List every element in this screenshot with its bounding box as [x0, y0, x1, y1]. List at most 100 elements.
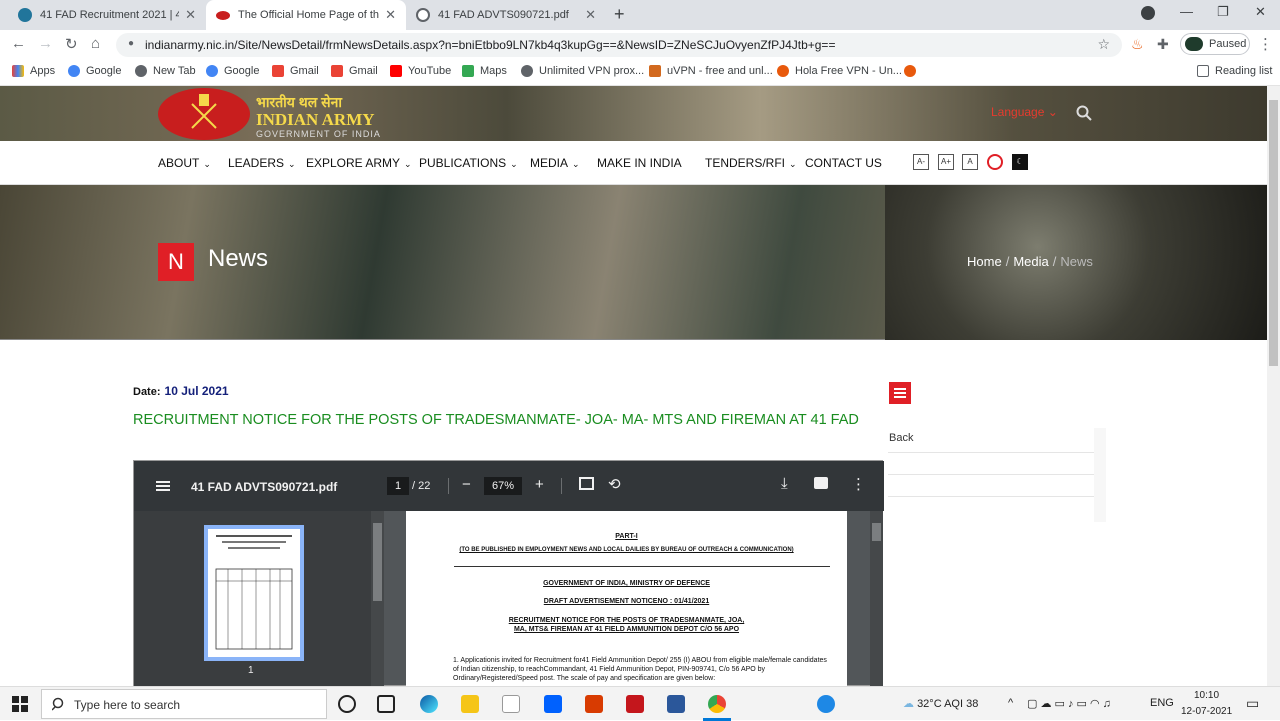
chevron-down-icon: ⌄: [572, 159, 580, 169]
window-close-icon[interactable]: ✕: [1255, 4, 1266, 20]
word-icon[interactable]: [667, 695, 685, 713]
bookmark-google-2[interactable]: Google: [206, 65, 259, 77]
font-decrease-button[interactable]: A-: [913, 154, 929, 170]
pdf-scroll-thumb[interactable]: [872, 523, 881, 541]
bookmark-gmail[interactable]: Gmail: [272, 65, 319, 77]
input-language[interactable]: ENG: [1150, 697, 1174, 709]
bookmark-hola[interactable]: Hola Free VPN - Un...: [777, 65, 902, 77]
page-scroll-thumb[interactable]: [1269, 100, 1278, 366]
page-number-input[interactable]: 1: [387, 477, 409, 495]
nav-explore-army[interactable]: EXPLORE ARMY ⌄: [306, 156, 412, 170]
task-view-icon[interactable]: [377, 695, 395, 713]
avatar: [1185, 37, 1203, 51]
notifications-icon[interactable]: ▭: [1246, 695, 1259, 712]
acrobat-icon[interactable]: [626, 695, 644, 713]
amazon-icon[interactable]: [502, 695, 520, 713]
zoom-out-icon[interactable]: −: [462, 476, 471, 493]
clock-time[interactable]: 10:10: [1194, 690, 1219, 701]
pdf-paragraph: 1. Applicationis invited for Recruitment…: [453, 657, 827, 682]
nav-publications[interactable]: PUBLICATIONS ⌄: [419, 156, 518, 170]
zoom-in-icon[interactable]: +: [535, 476, 544, 493]
nav-make-in-india[interactable]: MAKE IN INDIA: [597, 156, 682, 170]
rotate-icon[interactable]: ⟲: [608, 475, 621, 493]
browser-toolbar: ← → ↻ ⌂ ● indianarmy.nic.in/Site/NewsDet…: [0, 30, 1280, 60]
edge-icon[interactable]: [420, 695, 438, 713]
close-icon[interactable]: ✕: [185, 7, 196, 23]
minimize-icon[interactable]: —: [1180, 4, 1193, 19]
search-icon[interactable]: [1076, 105, 1092, 121]
font-reset-button[interactable]: A: [962, 154, 978, 170]
side-menu-button[interactable]: [889, 382, 911, 404]
tab-recruitment[interactable]: 41 FAD Recruitment 2021 | 458 M ✕: [8, 0, 206, 30]
breadcrumb-home[interactable]: Home: [967, 254, 1002, 269]
back-link[interactable]: Back: [889, 432, 913, 444]
light-mode-sun-icon[interactable]: [987, 154, 1003, 170]
page-thumbnail[interactable]: [204, 525, 304, 661]
maximize-icon[interactable]: ❐: [1217, 4, 1229, 20]
close-icon[interactable]: ✕: [585, 7, 596, 23]
cortana-icon[interactable]: [338, 695, 356, 713]
tab-indian-army[interactable]: The Official Home Page of the In ✕: [206, 0, 406, 30]
new-tab-button[interactable]: +: [614, 4, 625, 25]
address-bar[interactable]: ● indianarmy.nic.in/Site/NewsDetail/frmN…: [116, 33, 1122, 57]
nav-tenders[interactable]: TENDERS/RFI ⌄: [705, 156, 797, 170]
bookmark-new-tab[interactable]: New Tab: [135, 65, 196, 77]
reload-icon[interactable]: ↻: [65, 35, 78, 53]
home-icon[interactable]: ⌂: [91, 35, 100, 52]
print-icon[interactable]: [814, 477, 828, 489]
bookmark-apps[interactable]: Apps: [12, 65, 55, 77]
profile-button[interactable]: Paused: [1180, 33, 1250, 55]
pdf-sidebar-toggle-icon[interactable]: [156, 481, 170, 491]
back-icon[interactable]: ←: [11, 35, 26, 52]
sidebar-scroll-thumb[interactable]: [373, 523, 382, 601]
bookmark-google[interactable]: Google: [68, 65, 121, 77]
side-panel-scrollbar[interactable]: [1094, 428, 1106, 522]
breadcrumb-media[interactable]: Media: [1013, 254, 1048, 269]
bookmark-youtube[interactable]: YouTube: [390, 65, 451, 77]
more-options-icon[interactable]: ⋮: [851, 475, 866, 493]
fit-page-icon[interactable]: [579, 477, 594, 490]
bookmark-gmail-2[interactable]: Gmail: [331, 65, 378, 77]
font-increase-button[interactable]: A+: [938, 154, 954, 170]
article-title: RECRUITMENT NOTICE FOR THE POSTS OF TRAD…: [133, 412, 859, 428]
bookmark-vpn[interactable]: Unlimited VPN prox...: [521, 65, 644, 77]
nav-media[interactable]: MEDIA ⌄: [530, 156, 580, 170]
tab-search-icon[interactable]: [1141, 6, 1155, 20]
clock-date[interactable]: 12-07-2021: [1181, 706, 1232, 717]
file-explorer-icon[interactable]: [461, 695, 479, 713]
forward-icon[interactable]: →: [38, 35, 53, 52]
bookmark-uvpn[interactable]: uVPN - free and unl...: [649, 65, 773, 77]
windows-start-icon[interactable]: [12, 696, 28, 712]
download-icon[interactable]: ⤓: [781, 475, 788, 492]
dropbox-icon[interactable]: [544, 695, 562, 713]
page-scrollbar[interactable]: [1267, 86, 1280, 686]
nav-contact-us[interactable]: CONTACT US: [805, 156, 882, 170]
url-text[interactable]: indianarmy.nic.in/Site/NewsDetail/frmNew…: [145, 38, 835, 52]
nav-about[interactable]: ABOUT ⌄: [158, 156, 211, 170]
dark-mode-moon-icon[interactable]: ☾: [1012, 154, 1028, 170]
page-total: / 22: [412, 480, 431, 492]
reading-list[interactable]: Reading list: [1197, 65, 1272, 77]
chrome-icon[interactable]: [708, 695, 726, 713]
pdf-filename: 41 FAD ADVTS090721.pdf: [191, 480, 338, 494]
extensions-puzzle-icon[interactable]: ✚: [1157, 36, 1169, 53]
bookmark-flame[interactable]: [904, 65, 922, 77]
close-icon[interactable]: ✕: [385, 7, 396, 23]
chevron-down-icon: ⌄: [203, 159, 211, 169]
taskbar-search[interactable]: Type here to search: [41, 689, 327, 719]
bookmark-star-icon[interactable]: ☆: [1097, 36, 1110, 53]
tab-pdf[interactable]: 41 FAD ADVTS090721.pdf ✕: [406, 0, 606, 30]
tray-icons[interactable]: ▢ ☁ ▭ ♪ ▭ ◠ ♫: [1027, 697, 1111, 710]
extension-flame-icon[interactable]: ♨: [1131, 36, 1144, 53]
help-icon[interactable]: [817, 695, 835, 713]
tray-chevron-icon[interactable]: ^: [1008, 697, 1013, 709]
zoom-level-input[interactable]: 67%: [484, 477, 522, 495]
menu-dots-icon[interactable]: ⋮: [1258, 35, 1273, 53]
side-panel: Back: [888, 428, 1108, 522]
office-icon[interactable]: [585, 695, 603, 713]
language-dropdown[interactable]: Language ⌄: [991, 105, 1058, 119]
weather-widget[interactable]: ☁ 32°C AQI 38: [903, 697, 978, 710]
bookmark-maps[interactable]: Maps: [462, 65, 507, 77]
nav-leaders[interactable]: LEADERS ⌄: [228, 156, 296, 170]
gmail-icon: [331, 65, 343, 77]
